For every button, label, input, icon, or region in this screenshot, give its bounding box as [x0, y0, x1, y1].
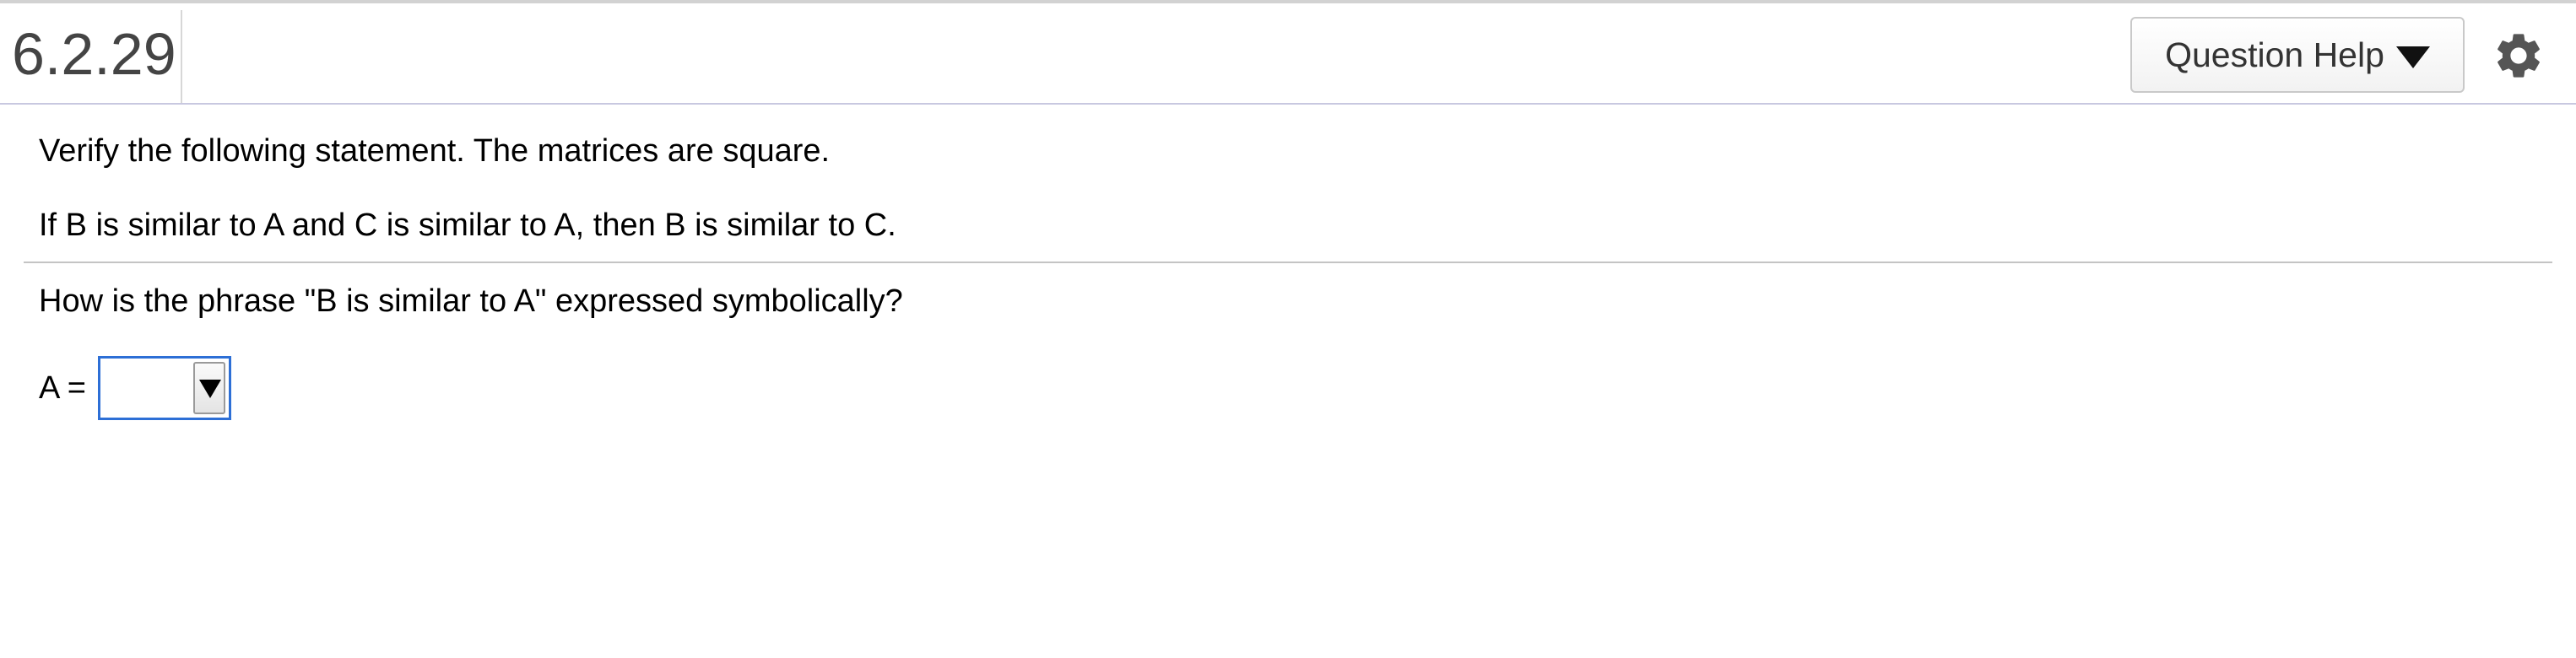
instruction-text: Verify the following statement. The matr… [39, 133, 831, 169]
caret-down-icon [2395, 46, 2430, 68]
question-header: 6.2.29 Question Help [0, 3, 2576, 105]
header-divider [181, 10, 182, 103]
answer-label: A = [39, 369, 86, 406]
gear-icon[interactable] [2492, 29, 2546, 83]
question-help-button[interactable]: Question Help [2130, 17, 2465, 93]
section-divider [24, 262, 2552, 263]
prompt-text: How is the phrase "B is similar to A" ex… [39, 283, 903, 319]
question-help-label: Question Help [2165, 35, 2384, 74]
question-number: 6.2.29 [12, 21, 176, 87]
statement-text: If B is similar to A and C is similar to… [39, 208, 896, 243]
answer-dropdown[interactable] [98, 356, 231, 420]
dropdown-button[interactable] [193, 362, 225, 414]
caret-down-icon [199, 380, 221, 398]
answer-row: A = [39, 356, 231, 420]
